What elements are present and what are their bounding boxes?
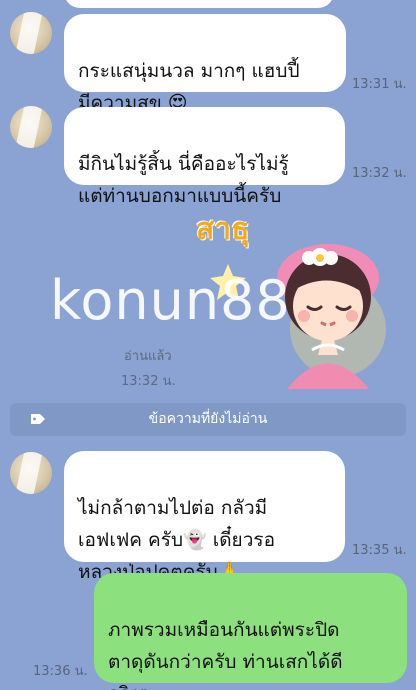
outgoing-message[interactable]: ภาพรวมเหมือนกันแต่พระปิด ตาดุดันกว่าครับ… [94,573,407,690]
message-text[interactable]: กระแสนุ่มนวล มากๆ แฮบปี้ มีความสุข 😍 [78,60,300,114]
incoming-message-3[interactable]: ไม่กล้าตามไปต่อ กลัวมี เอฟเฟค ครับ👻 เดี๋… [64,451,345,583]
incoming-message-2[interactable]: มีกินไม่รู้สิ้น นี่คืออะไรไม่รู้ แต่ท่าน… [64,107,345,207]
unread-divider-label: ข้อความที่ยังไม่อ่าน [148,411,268,427]
message-time: 13:32 น. [352,166,407,181]
sticker-text: สาธุ [196,212,250,247]
message-time: 13:36 น. [33,664,88,679]
message-time: 13:32 น. [121,374,176,389]
message-time: 13:31 น. [352,77,407,92]
watermark: konun88 [50,269,291,332]
previous-message-edge[interactable] [64,0,334,8]
read-receipt: อ่านแล้ว [124,349,172,364]
incoming-message-1[interactable]: กระแสนุ่มนวล มากๆ แฮบปี้ มีความสุข 😍 [64,14,346,114]
chat-window[interactable]: กระแสนุ่มนวล มากๆ แฮบปี้ มีความสุข 😍 13:… [0,0,416,690]
unread-divider[interactable]: ข้อความที่ยังไม่อ่าน [10,403,406,436]
message-text[interactable]: ไม่กล้าตามไปต่อ กลัวมี เอฟเฟค ครับ👻 เดี๋… [78,497,275,583]
sender-avatar[interactable] [10,106,52,148]
message-time: 13:35 น. [352,543,407,558]
message-text[interactable]: มีกินไม่รู้สิ้น นี่คืออะไรไม่รู้ แต่ท่าน… [78,153,289,207]
sender-avatar[interactable] [10,12,52,54]
message-text[interactable]: ภาพรวมเหมือนกันแต่พระปิด ตาดุดันกว่าครับ… [108,619,343,690]
sender-avatar[interactable] [10,452,52,494]
